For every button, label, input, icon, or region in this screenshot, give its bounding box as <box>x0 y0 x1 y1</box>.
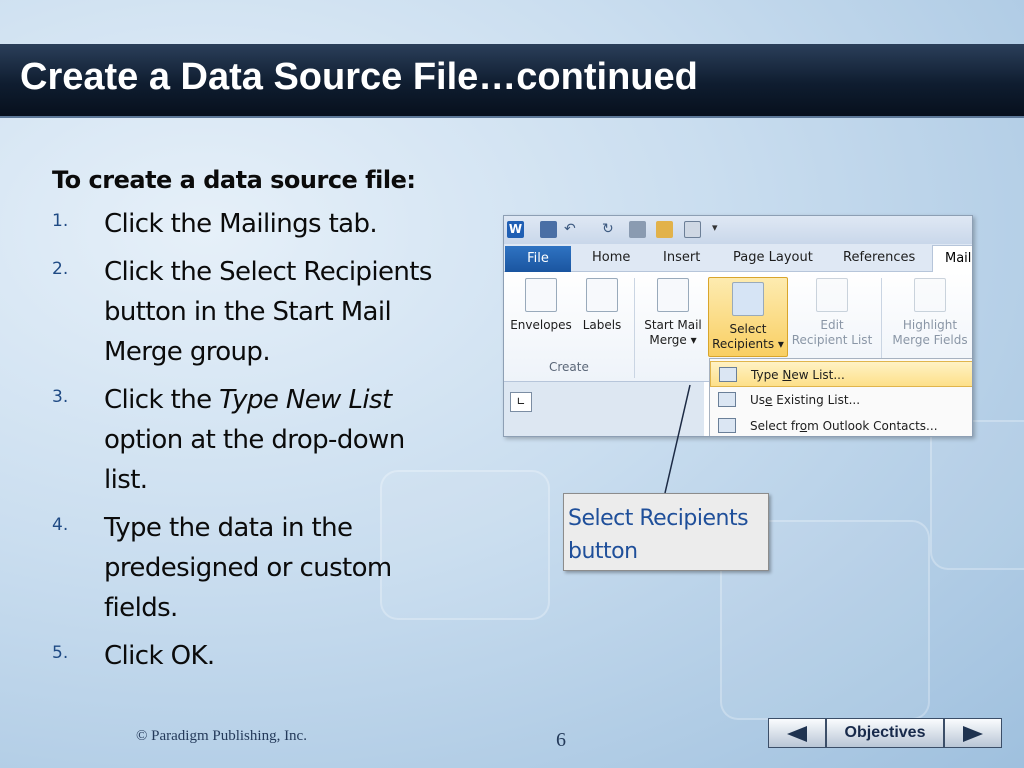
callout-pointer-line <box>664 384 691 494</box>
select-recipients-callout: Select Recipients button <box>563 493 769 571</box>
slide-navigation: Objectives <box>768 718 1002 748</box>
objectives-button[interactable]: Objectives <box>826 718 944 748</box>
previous-button[interactable] <box>768 718 826 748</box>
next-button[interactable] <box>944 718 1002 748</box>
triangle-right-icon <box>963 726 983 742</box>
triangle-left-icon <box>787 726 807 742</box>
page-number: 6 <box>556 729 566 751</box>
footer-copyright: © Paradigm Publishing, Inc. <box>136 728 307 744</box>
